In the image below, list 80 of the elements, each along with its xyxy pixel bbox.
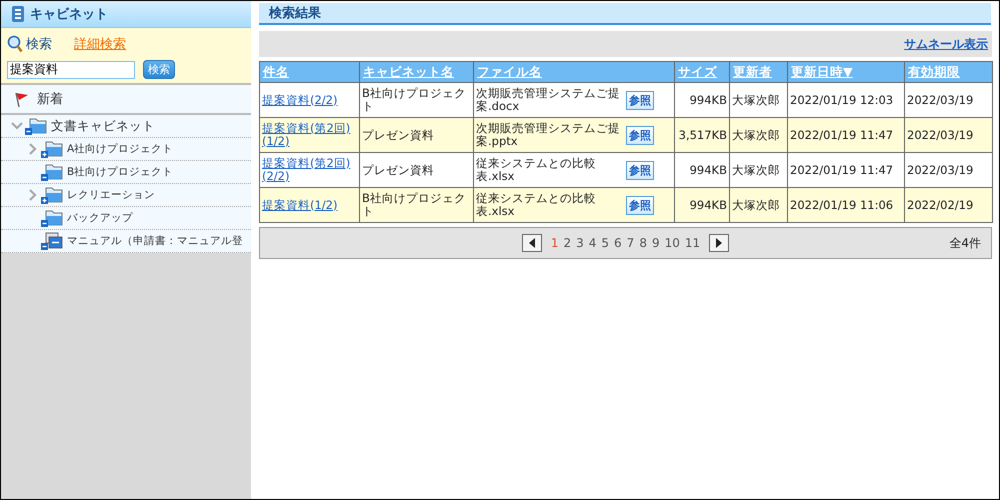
tree-item-label: バックアップ [67, 211, 133, 225]
file-name: 次期販売管理システムご提案.pptx [476, 122, 620, 148]
page-link[interactable]: 8 [639, 236, 647, 250]
folder-minus-icon [25, 116, 47, 136]
tree-item-label: レクリエーション [67, 188, 155, 202]
tree-item-label: マニュアル（申請書：マニュアル登 [67, 234, 243, 248]
table-cell: 994KB [674, 152, 730, 188]
subject-link[interactable]: 提案資料(1/2) [262, 198, 357, 212]
advanced-search-link[interactable]: 詳細検索 [74, 35, 126, 53]
chevron-right-icon [28, 142, 38, 156]
folder-plus-icon [41, 139, 63, 159]
table-cell: 大塚次郎 [730, 118, 788, 152]
table-cell: 2022/03/19 [904, 152, 992, 188]
page-link[interactable]: 3 [576, 236, 584, 250]
thumbnail-view-link[interactable]: サムネール表示 [904, 36, 988, 52]
tree-item[interactable]: バックアップ [1, 207, 251, 230]
page-link[interactable]: 2 [563, 236, 572, 250]
file-name: 次期販売管理システムご提案.docx [476, 87, 620, 113]
page-link[interactable]: 7 [626, 236, 634, 250]
next-page-button[interactable] [709, 234, 730, 252]
tree-item[interactable]: B社向けプロジェクト [1, 161, 251, 184]
right-triangle-icon [715, 238, 724, 248]
search-field[interactable]: 提案資料 [7, 60, 135, 78]
table-cell: 2022/03/19 [904, 118, 992, 152]
tree-item-label: 文書キャビネット [51, 118, 155, 134]
view-button[interactable]: 参照 [626, 196, 654, 214]
table-cell: 3,517KB [674, 118, 730, 152]
page-link[interactable]: 4 [588, 236, 596, 250]
new-items-row[interactable]: 新着 [1, 85, 251, 115]
cabinet-icon [11, 5, 25, 23]
search-button[interactable]: 検索 [143, 60, 175, 79]
subject-link[interactable]: 提案資料(第2回)(1/2) [262, 122, 357, 148]
table-cell: プレゼン資料 [360, 118, 474, 152]
table-cell: B社向けプロジェクト [360, 82, 474, 118]
new-items-label: 新着 [37, 91, 63, 108]
chevron-down-icon [10, 121, 24, 131]
table-cell: 994KB [674, 188, 730, 222]
previous-page-button[interactable] [522, 234, 542, 252]
page-link[interactable]: 10 [664, 236, 680, 250]
page-link[interactable]: 11 [684, 236, 700, 250]
page-link[interactable]: 9 [652, 236, 660, 250]
file-name: 従来システムとの比較表.xlsx [476, 192, 597, 218]
total-count: 全4件 [949, 234, 981, 252]
folder-minus-icon [41, 162, 63, 182]
file-name: 従来システムとの比較表.xlsx [476, 157, 597, 183]
table-cell: 2022/02/19 [904, 188, 992, 222]
table-cell: 大塚次郎 [730, 82, 788, 118]
subject-link[interactable]: 提案資料(第2回)(2/2) [262, 157, 357, 183]
tree-item[interactable]: A社向けプロジェクト [1, 138, 251, 161]
subject-link[interactable]: 提案資料(2/2) [262, 94, 357, 106]
table-cell: 2022/01/19 11:47 [788, 118, 904, 152]
table-cell: 994KB [674, 82, 730, 118]
tree-item[interactable]: 文書キャビネット [1, 115, 251, 138]
tree-item-label: B社向けプロジェクト [67, 165, 174, 179]
page-link[interactable]: 1 [550, 236, 558, 250]
tree-item-label: A社向けプロジェクト [67, 142, 174, 156]
table-cell: 2022/03/19 [904, 82, 992, 118]
page-link[interactable]: 5 [601, 236, 610, 250]
table-cell: 2022/01/19 12:03 [788, 82, 904, 118]
folder-minus-icon [41, 208, 63, 228]
tree-item[interactable]: レクリエーション [1, 184, 251, 207]
view-button[interactable]: 参照 [626, 160, 654, 180]
table-cell: 大塚次郎 [730, 152, 788, 188]
search-icon [7, 35, 23, 53]
table-cell: プレゼン資料 [360, 152, 474, 188]
view-button[interactable]: 参照 [626, 126, 654, 144]
chevron-right-icon [28, 188, 38, 202]
results-title: 検索結果 [269, 4, 321, 22]
table-cell: 2022/01/19 11:47 [788, 152, 904, 188]
table-cell: B社向けプロジェクト [360, 188, 474, 222]
table-cell: 2022/01/19 11:06 [788, 188, 904, 222]
folder-plus-icon [41, 185, 63, 205]
table-cell: 大塚次郎 [730, 188, 788, 222]
sidebar-title: キャビネット [30, 6, 108, 23]
page-link[interactable]: 6 [614, 236, 622, 250]
window-minus-icon [41, 231, 63, 251]
view-button[interactable]: 参照 [626, 90, 654, 110]
search-link[interactable]: 検索 [7, 35, 52, 53]
flag-icon [13, 91, 29, 107]
left-triangle-icon [528, 238, 536, 248]
